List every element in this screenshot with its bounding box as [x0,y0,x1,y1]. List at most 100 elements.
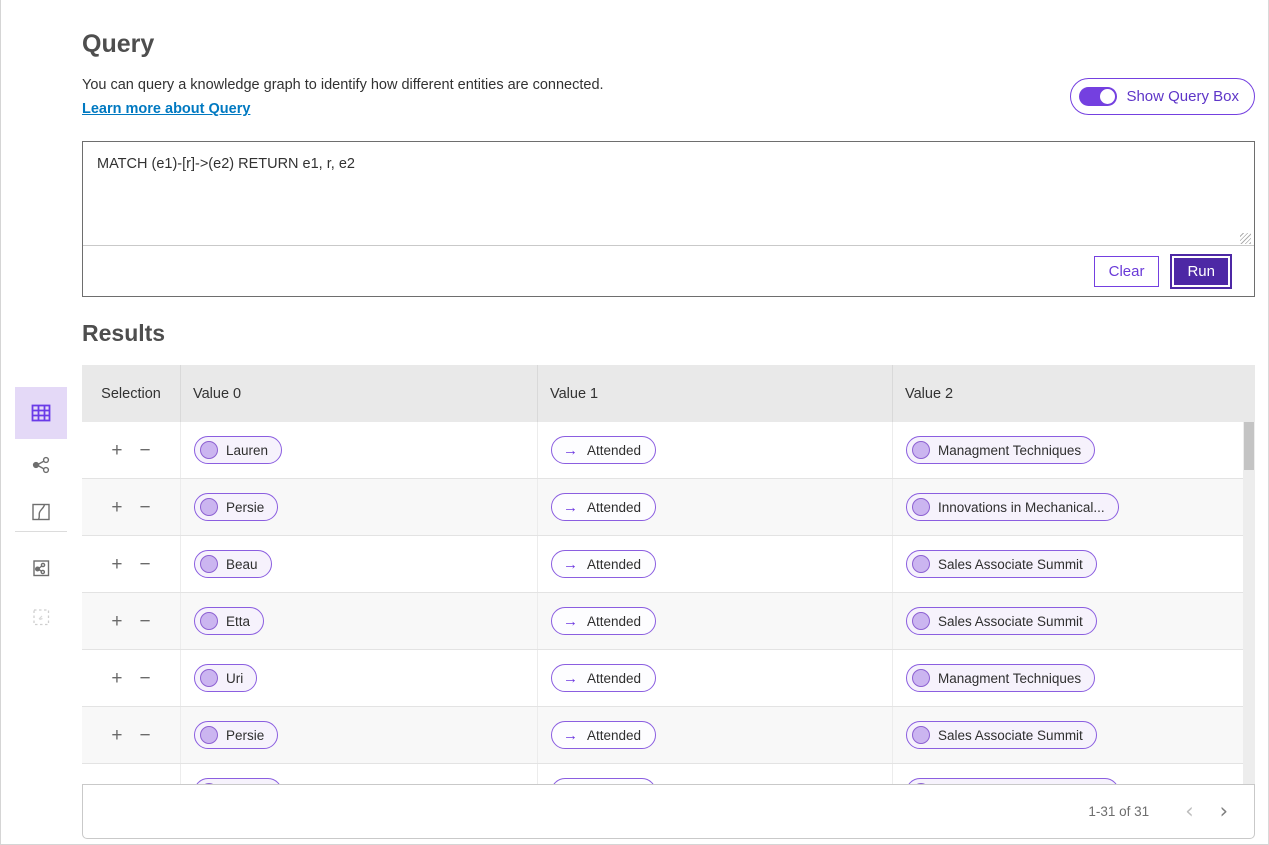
value2-cell: Innovations in Mechanical... [893,479,1244,535]
value1-cell: → Attended [538,707,893,763]
add-to-selection-button[interactable]: + [111,669,122,688]
entity-label: Sales Associate Summit [938,728,1083,743]
entity-pill[interactable]: Persie [194,493,278,521]
relationship-pill[interactable]: → Attended [551,436,656,464]
entity-pill[interactable]: Sales Associate Summit [906,550,1097,578]
entity-label: Etta [226,614,250,629]
clear-button[interactable]: Clear [1094,256,1160,287]
relationship-pill[interactable]: → Attended [551,493,656,521]
column-header-value0[interactable]: Value 0 [181,365,538,422]
selection-cell: + − [82,422,181,478]
entity-dot-icon [200,498,218,516]
entity-pill[interactable]: Etta [194,607,264,635]
entity-label: Lauren [226,443,268,458]
next-page-button[interactable]: › [1220,801,1228,822]
relationship-label: Attended [587,728,641,743]
selection-cell: + − [82,479,181,535]
column-header-selection[interactable]: Selection [82,365,181,422]
entity-pill[interactable]: Lauren [194,436,282,464]
value1-cell: → Attended [538,593,893,649]
add-to-selection-button[interactable]: + [111,498,122,517]
show-query-box-toggle[interactable]: Show Query Box [1070,78,1255,115]
column-header-value1[interactable]: Value 1 [538,365,893,422]
learn-more-link[interactable]: Learn more about Query [82,101,250,117]
entity-pill[interactable]: Uri [194,664,257,692]
table-icon [29,401,53,425]
table-row: + − Persie → Attended Sales Associate Su… [82,707,1255,764]
entity-dot-icon [200,612,218,630]
entity-pill[interactable]: Sales Associate Summit [906,721,1097,749]
remove-from-selection-button[interactable]: − [140,498,151,517]
entity-pill[interactable]: Managment Techniques [906,436,1095,464]
value0-cell: Etta [181,593,538,649]
entity-pill[interactable]: Persie [194,721,278,749]
remove-from-selection-button[interactable]: − [140,726,151,745]
value2-cell: Innovations in Mechanical... [893,764,1244,784]
query-input[interactable]: MATCH (e1)-[r]->(e2) RETURN e1, r, e2 [83,142,1254,246]
remove-from-selection-button[interactable]: − [140,669,151,688]
table-row: + − Etta → Attended Sales Associate Summ… [82,593,1255,650]
remove-from-selection-button[interactable]: − [140,441,151,460]
run-button[interactable]: Run [1172,256,1230,287]
relationship-pill[interactable]: → Attended [551,664,656,692]
add-to-selection-button[interactable]: + [111,441,122,460]
entity-dot-icon [200,441,218,459]
table-scrollbar[interactable] [1243,422,1255,784]
entity-dot-icon [912,555,930,573]
entity-pill[interactable]: Innovations in Mechanical... [906,493,1119,521]
value2-cell: Sales Associate Summit [893,536,1244,592]
link-chart-view-button[interactable] [15,439,67,491]
selection-cell: + − [82,593,181,649]
add-to-link-chart-icon [29,556,53,580]
remove-from-selection-button[interactable]: − [140,555,151,574]
relationship-pill[interactable]: → Attended [551,607,656,635]
page-title: Query [82,30,154,59]
add-to-selection-button[interactable]: + [111,555,122,574]
value0-cell: Lauren [181,422,538,478]
entity-label: Persie [226,500,264,515]
add-to-selection-button[interactable]: + [111,726,122,745]
entity-pill[interactable]: Beau [194,550,272,578]
remove-from-selection-button[interactable]: − [140,612,151,631]
entity-pill[interactable]: Sales Associate Summit [906,607,1097,635]
relationship-label: Attended [587,443,641,458]
table-body: + − Lauren → Attended Managment Techniqu… [82,422,1255,784]
entity-label: Uri [226,671,243,686]
arrow-right-icon: → [563,557,578,572]
sidebar-divider [15,531,67,532]
table-view-button[interactable] [15,387,67,439]
value1-cell: → Attended [538,536,893,592]
value0-cell: Beau [181,536,538,592]
selection-marquee-icon [29,605,53,629]
entity-pill[interactable]: Managment Techniques [906,664,1095,692]
value0-cell: Persie [181,707,538,763]
scrollbar-thumb[interactable] [1244,422,1254,470]
previous-page-button[interactable]: ‹ [1185,801,1193,822]
arrow-right-icon: → [563,614,578,629]
table-row: + − Lauren → Attended Innovations in Mec… [82,764,1255,784]
table-row: + − Beau → Attended Sales Associate Summ… [82,536,1255,593]
arrow-right-icon: → [563,500,578,515]
pagination-range-label: 1-31 of 31 [1088,804,1149,819]
resize-handle-icon[interactable] [1240,233,1251,244]
value1-cell: → Attended [538,479,893,535]
arrow-right-icon: → [563,728,578,743]
entity-dot-icon [200,726,218,744]
entity-label: Sales Associate Summit [938,614,1083,629]
toggle-switch-icon[interactable] [1079,87,1117,106]
toggle-knob [1100,89,1115,104]
relationship-pill[interactable]: → Attended [551,721,656,749]
add-to-selection-button[interactable]: + [111,612,122,631]
relationship-pill[interactable]: → Attended [551,550,656,578]
entity-label: Innovations in Mechanical... [938,500,1105,515]
column-header-value2[interactable]: Value 2 [893,365,1255,422]
selection-tool-button [15,591,67,643]
table-header-row: Selection Value 0 Value 1 Value 2 [82,365,1255,422]
pagination-bar: 1-31 of 31 ‹ › [82,784,1255,839]
results-table: Selection Value 0 Value 1 Value 2 + − La… [82,365,1255,784]
entity-label: Managment Techniques [938,443,1081,458]
entity-dot-icon [912,669,930,687]
add-to-link-chart-button[interactable] [15,542,67,594]
toggle-label: Show Query Box [1126,88,1239,105]
results-title: Results [82,320,165,347]
